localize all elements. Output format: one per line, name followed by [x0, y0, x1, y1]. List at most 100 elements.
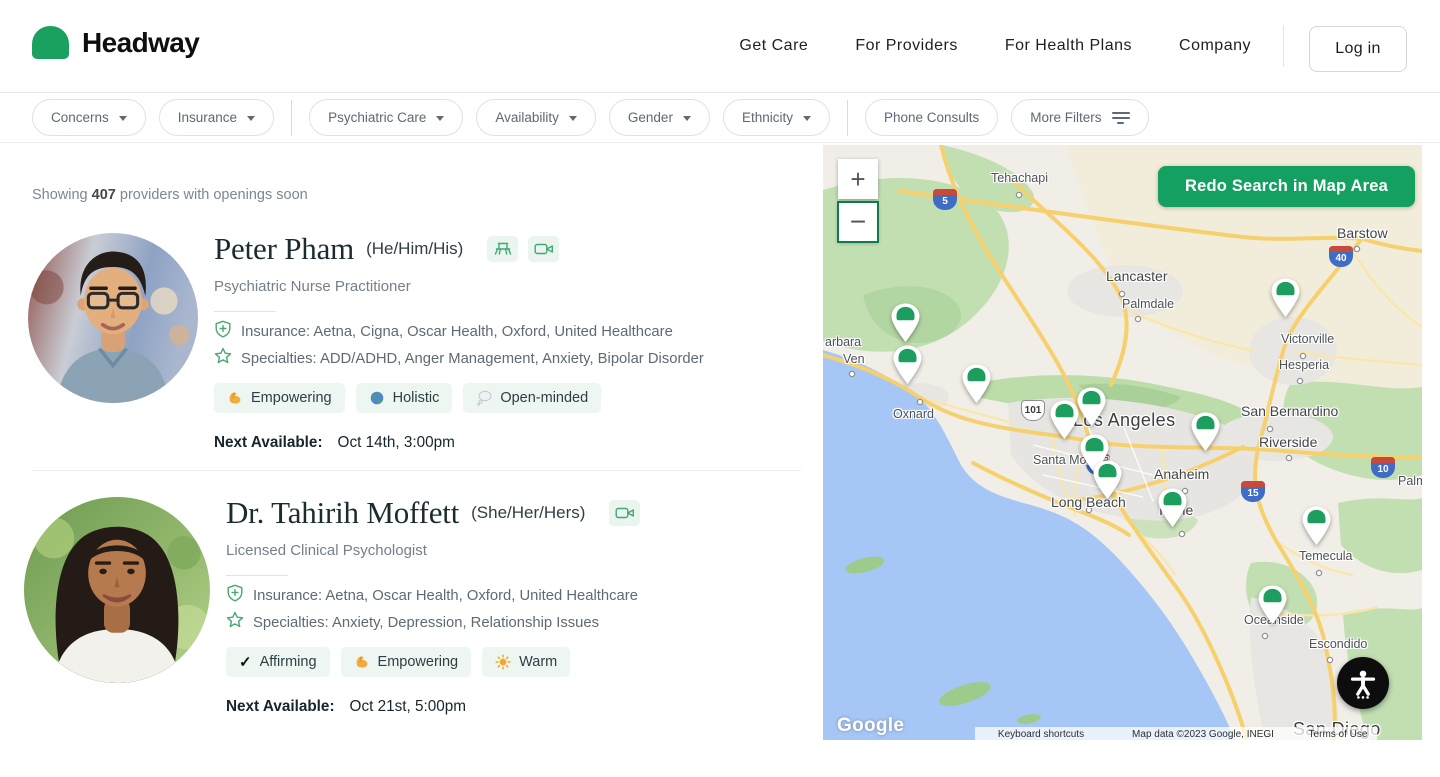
zoom-out-button[interactable]: − [838, 202, 878, 242]
login-button[interactable]: Log in [1309, 26, 1407, 72]
redo-search-button[interactable]: Redo Search in Map Area [1158, 166, 1415, 207]
map-pin[interactable] [1269, 277, 1302, 318]
brand-logo[interactable]: Headway [32, 26, 199, 59]
provider-title: Licensed Clinical Psychologist [226, 542, 640, 559]
chevron-down-icon [436, 116, 444, 121]
map-label: arbara [825, 335, 861, 349]
interstate-15-shield: 15 [1241, 481, 1265, 502]
chevron-down-icon [803, 116, 811, 121]
badge-label: Affirming [260, 654, 317, 670]
provider-name-row: Peter Pham (He/Him/His) [214, 228, 704, 270]
muscle-icon [354, 654, 370, 670]
filter-label: Gender [628, 110, 673, 125]
insurance-row: Insurance: Aetna, Oscar Health, Oxford, … [226, 588, 640, 603]
nav-item-get-care[interactable]: Get Care [739, 37, 808, 55]
map-zoom-controls: + − [838, 159, 878, 242]
nav-item-company[interactable]: Company [1179, 37, 1251, 55]
headway-logo-icon [32, 26, 69, 59]
filter-divider [291, 100, 292, 136]
filter-bar: Concerns Insurance Psychiatric Care Avai… [0, 93, 1440, 143]
specialties-text: Specialties: Anxiety, Depression, Relati… [253, 615, 599, 631]
nav-item-for-health-plans[interactable]: For Health Plans [1005, 37, 1132, 55]
divider [214, 311, 276, 312]
badge-label: Empowering [251, 390, 332, 406]
filter-label: Availability [495, 110, 559, 125]
interstate-5-shield: 5 [933, 189, 957, 210]
badge-label: Warm [519, 654, 557, 670]
filter-phone-consults[interactable]: Phone Consults [865, 99, 998, 136]
provider-title: Psychiatric Nurse Practitioner [214, 278, 704, 295]
filter-concerns[interactable]: Concerns [32, 99, 146, 136]
summary-count: 407 [92, 187, 116, 203]
map-pin[interactable] [1156, 487, 1189, 528]
filter-label: Concerns [51, 110, 109, 125]
map-pin[interactable] [1075, 386, 1108, 427]
map-label: Riverside [1259, 434, 1317, 450]
nav-item-for-providers[interactable]: For Providers [855, 37, 958, 55]
brand-name: Headway [82, 27, 199, 59]
insurance-row: Insurance: Aetna, Cigna, Oscar Health, O… [214, 324, 704, 339]
filter-lines-icon [1112, 112, 1130, 124]
provider-pronouns: (He/Him/His) [366, 239, 463, 259]
map-label: Tehachapi [991, 171, 1048, 185]
badge-label: Holistic [393, 390, 440, 406]
primary-nav: Get Care For Providers For Health Plans … [739, 0, 1251, 92]
insurance-label: Insurance: [253, 588, 322, 604]
chevron-down-icon [683, 116, 691, 121]
provider-details: Dr. Tahirih Moffett (She/Her/Hers) Licen… [226, 492, 640, 716]
globe-icon [369, 390, 385, 406]
map-canvas[interactable]: 5 40 101 605 15 10 Tehachapi Barstow Lan… [823, 145, 1422, 740]
provider-name: Peter Pham [214, 231, 354, 267]
video-session-icon [528, 236, 559, 262]
video-session-icon [609, 500, 640, 526]
provider-avatar [24, 497, 210, 683]
filter-label: Ethnicity [742, 110, 793, 125]
us-101-shield: 101 [1021, 400, 1045, 421]
map-pin[interactable] [1300, 505, 1333, 546]
badge-warm: Warm [482, 647, 570, 677]
personality-badges: Empowering Holistic Open-minded [214, 383, 704, 413]
page: Headway Get Care For Providers For Healt… [0, 0, 1440, 777]
next-available-label: Next Available: [226, 698, 335, 715]
provider-name-row: Dr. Tahirih Moffett (She/Her/Hers) [226, 492, 640, 534]
map-label: San Bernardino [1241, 403, 1338, 419]
map-pin[interactable] [891, 344, 924, 385]
map-pin[interactable] [1091, 459, 1124, 500]
specialties-row: Specialties: ADD/ADHD, Anger Management,… [214, 351, 704, 366]
card-divider [32, 470, 801, 471]
filter-label: Phone Consults [884, 110, 979, 125]
specialties-row: Specialties: Anxiety, Depression, Relati… [226, 615, 640, 630]
insurance-text: Insurance: Aetna, Oscar Health, Oxford, … [253, 588, 638, 604]
sun-icon [495, 654, 511, 670]
zoom-in-button[interactable]: + [838, 159, 878, 199]
divider [226, 575, 288, 576]
filter-psychiatric-care[interactable]: Psychiatric Care [309, 99, 463, 136]
filter-more-filters[interactable]: More Filters [1011, 99, 1148, 136]
interstate-10-shield: 10 [1371, 457, 1395, 478]
filter-gender[interactable]: Gender [609, 99, 710, 136]
chevron-down-icon [119, 116, 127, 121]
filter-ethnicity[interactable]: Ethnicity [723, 99, 830, 136]
map-pin[interactable] [1189, 411, 1222, 452]
avatar-image [28, 233, 198, 403]
check-icon: ✓ [239, 653, 252, 671]
interstate-40-shield: 40 [1329, 246, 1353, 267]
map-label: Oxnard [893, 407, 934, 421]
google-logo: Google [837, 715, 904, 737]
in-person-session-icon [487, 236, 518, 262]
filter-insurance[interactable]: Insurance [159, 99, 274, 136]
map-pin[interactable] [960, 363, 993, 404]
specialties-label: Specialties: [241, 351, 317, 367]
filter-availability[interactable]: Availability [476, 99, 596, 136]
accessibility-person-icon [1346, 666, 1380, 700]
map-pin[interactable] [889, 302, 922, 343]
star-icon [226, 611, 244, 634]
terms-of-use-link[interactable]: Terms of Use [1299, 727, 1377, 740]
accessibility-button[interactable] [1337, 657, 1389, 709]
provider-pronouns: (She/Her/Hers) [471, 503, 585, 523]
badge-label: Empowering [378, 654, 459, 670]
provider-avatar [28, 233, 198, 403]
star-icon [214, 347, 232, 370]
keyboard-shortcuts-link[interactable]: Keyboard shortcuts [975, 727, 1107, 740]
map-pin[interactable] [1256, 584, 1289, 625]
